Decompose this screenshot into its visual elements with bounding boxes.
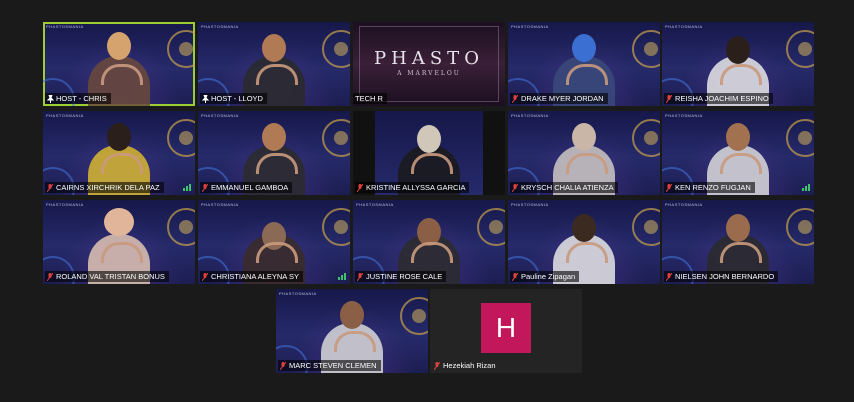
participant-nameplate: Pauline Zipagan xyxy=(510,271,580,282)
video-tile-kristine[interactable]: KRISTINE ALLYSSA GARCIA xyxy=(353,111,505,195)
brand-watermark: PHASTOSMANIA xyxy=(201,113,239,118)
brand-watermark: PHASTOSMANIA xyxy=(511,202,549,207)
brand-watermark: PHASTOSMANIA xyxy=(665,24,703,29)
brand-watermark: PHASTOSMANIA xyxy=(665,113,703,118)
share-tagline: A MARVELOU xyxy=(397,70,461,77)
muted-mic-icon xyxy=(666,183,672,192)
participant-nameplate: EMMANUEL GAMBOA xyxy=(200,182,293,193)
screen-share-tile[interactable]: PHASTO A MARVELOU TECH R xyxy=(353,22,505,106)
muted-mic-icon xyxy=(434,361,440,370)
participant-name: HOST - CHRIS xyxy=(56,94,107,103)
brand-watermark: PHASTOSMANIA xyxy=(279,291,317,296)
participant-name: KRISTINE ALLYSSA GARCIA xyxy=(366,183,466,192)
brand-watermark: PHASTOSMANIA xyxy=(46,24,84,29)
participant-name: KEN RENZO FUGJAN xyxy=(675,183,751,192)
video-tile-nielsen[interactable]: PHASTOSMANIA NIELSEN JOHN BERNARDO xyxy=(662,200,814,284)
participant-nameplate: KEN RENZO FUGJAN xyxy=(664,182,755,193)
video-tile-reisha[interactable]: PHASTOSMANIA REISHA JOACHIM ESPINO xyxy=(662,22,814,106)
brand-watermark: PHASTOSMANIA xyxy=(46,202,84,207)
participant-name: EMMANUEL GAMBOA xyxy=(211,183,289,192)
avatar: H xyxy=(481,303,531,353)
participant-name: CAIRNS XIRCHRIK DELA PAZ xyxy=(56,183,160,192)
participant-nameplate: KRYSCH CHALIA ATIENZA xyxy=(510,182,618,193)
participant-name: MARC STEVEN CLEMEN xyxy=(289,361,377,370)
muted-mic-icon xyxy=(512,272,518,281)
muted-mic-icon xyxy=(512,183,518,192)
participant-name: Hezekiah Rizan xyxy=(443,361,496,370)
participant-nameplate: HOST - CHRIS xyxy=(45,93,111,104)
participant-name: JUSTINE ROSE CALE xyxy=(366,272,443,281)
participant-nameplate: JUSTINE ROSE CALE xyxy=(355,271,447,282)
participant-nameplate: KRISTINE ALLYSSA GARCIA xyxy=(355,182,470,193)
participant-name: CHRISTIANA ALEYNA SY xyxy=(211,272,299,281)
video-tile-marc[interactable]: PHASTOSMANIA MARC STEVEN CLEMEN xyxy=(276,289,428,373)
participant-name: Pauline Zipagan xyxy=(521,272,576,281)
participant-name: REISHA JOACHIM ESPINO xyxy=(675,94,769,103)
video-tile-roland[interactable]: PHASTOSMANIA ROLAND VAL TRISTAN BONUS xyxy=(43,200,195,284)
video-tile-hezekiah[interactable]: H Hezekiah Rizan xyxy=(430,289,582,373)
muted-mic-icon xyxy=(357,272,363,281)
pin-icon xyxy=(202,94,209,103)
connection-icon xyxy=(338,273,346,280)
muted-mic-icon xyxy=(512,94,518,103)
video-tile-christiana[interactable]: PHASTOSMANIA CHRISTIANA ALEYNA SY xyxy=(198,200,350,284)
participant-name: DRAKE MYER JORDAN xyxy=(521,94,604,103)
participant-nameplate: NIELSEN JOHN BERNARDO xyxy=(664,271,779,282)
video-tile-host-lloyd[interactable]: PHASTOSMANIA HOST - LLOYD xyxy=(198,22,350,106)
participant-nameplate: REISHA JOACHIM ESPINO xyxy=(664,93,773,104)
video-tile-emmanuel[interactable]: PHASTOSMANIA EMMANUEL GAMBOA xyxy=(198,111,350,195)
participant-nameplate: DRAKE MYER JORDAN xyxy=(510,93,608,104)
pin-icon xyxy=(47,94,54,103)
participant-nameplate: MARC STEVEN CLEMEN xyxy=(278,360,381,371)
participant-nameplate: HOST - LLOYD xyxy=(200,93,267,104)
video-tile-drake[interactable]: PHASTOSMANIA DRAKE MYER JORDAN xyxy=(508,22,660,106)
participant-name: KRYSCH CHALIA ATIENZA xyxy=(521,183,614,192)
muted-mic-icon xyxy=(280,361,286,370)
brand-watermark: PHASTOSMANIA xyxy=(201,202,239,207)
participant-nameplate: TECH R xyxy=(353,93,387,104)
brand-watermark: PHASTOSMANIA xyxy=(511,24,549,29)
muted-mic-icon xyxy=(357,183,363,192)
muted-mic-icon xyxy=(202,272,208,281)
participant-nameplate: CAIRNS XIRCHRIK DELA PAZ xyxy=(45,182,164,193)
share-logo: PHASTO xyxy=(374,48,484,69)
participant-nameplate: ROLAND VAL TRISTAN BONUS xyxy=(45,271,169,282)
connection-icon xyxy=(183,184,191,191)
brand-watermark: PHASTOSMANIA xyxy=(665,202,703,207)
muted-mic-icon xyxy=(666,272,672,281)
brand-watermark: PHASTOSMANIA xyxy=(46,113,84,118)
participant-name: NIELSEN JOHN BERNARDO xyxy=(675,272,775,281)
connection-icon xyxy=(802,184,810,191)
video-tile-cairns[interactable]: PHASTOSMANIA CAIRNS XIRCHRIK DELA PAZ xyxy=(43,111,195,195)
participant-name: TECH R xyxy=(355,94,383,103)
brand-watermark: PHASTOSMANIA xyxy=(511,113,549,118)
brand-watermark: PHASTOSMANIA xyxy=(356,202,394,207)
video-tile-pauline[interactable]: PHASTOSMANIA Pauline Zipagan xyxy=(508,200,660,284)
participant-nameplate: CHRISTIANA ALEYNA SY xyxy=(200,271,303,282)
participant-nameplate: Hezekiah Rizan xyxy=(432,360,500,371)
video-tile-krysch[interactable]: PHASTOSMANIA KRYSCH CHALIA ATIENZA xyxy=(508,111,660,195)
video-tile-host-chris[interactable]: PHASTOSMANIA HOST - CHRIS xyxy=(43,22,195,106)
video-tile-justine[interactable]: PHASTOSMANIA JUSTINE ROSE CALE xyxy=(353,200,505,284)
muted-mic-icon xyxy=(666,94,672,103)
muted-mic-icon xyxy=(47,272,53,281)
muted-mic-icon xyxy=(202,183,208,192)
participant-name: ROLAND VAL TRISTAN BONUS xyxy=(56,272,165,281)
video-tile-ken[interactable]: PHASTOSMANIA KEN RENZO FUGJAN xyxy=(662,111,814,195)
muted-mic-icon xyxy=(47,183,53,192)
participant-name: HOST - LLOYD xyxy=(211,94,263,103)
brand-watermark: PHASTOSMANIA xyxy=(201,24,239,29)
